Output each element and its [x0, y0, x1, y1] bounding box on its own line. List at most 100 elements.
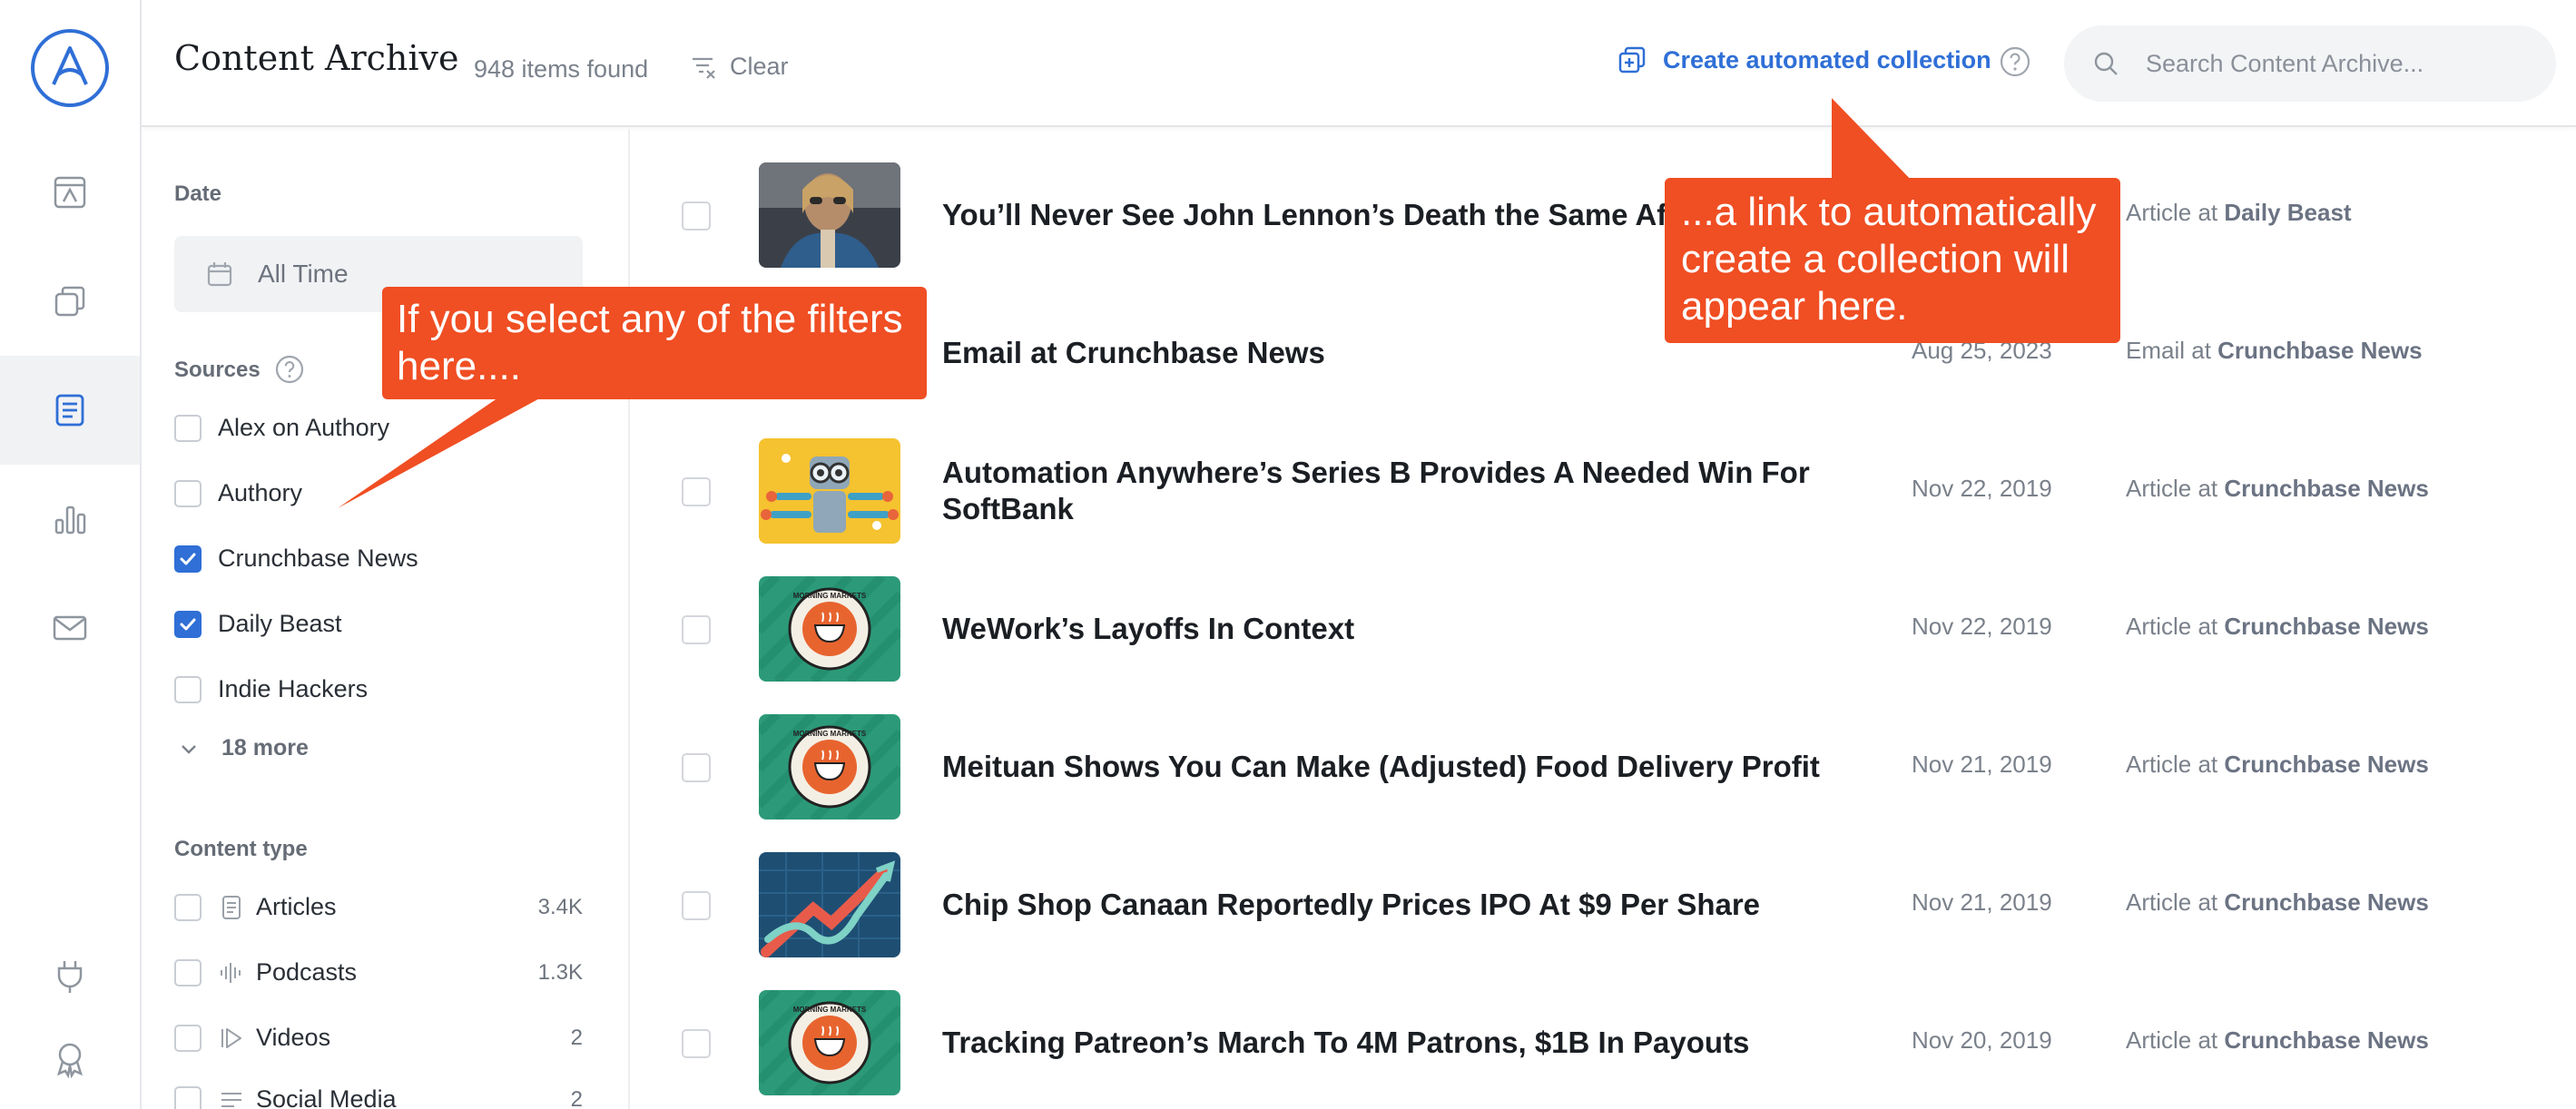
search-input[interactable] — [2146, 49, 2527, 78]
bar-chart-icon — [54, 505, 86, 535]
select-checkbox[interactable] — [682, 615, 711, 644]
content-type-count: 1.3K — [537, 959, 583, 985]
item-publication: Crunchbase News — [2217, 337, 2423, 364]
select-checkbox[interactable] — [682, 477, 711, 506]
nav-collections[interactable] — [0, 247, 140, 356]
thumb-logo-text: MORNING MARKETS — [793, 1006, 867, 1014]
filters-callout: If you select any of the filters here...… — [382, 287, 927, 399]
source-label: Indie Hackers — [218, 675, 369, 702]
source-option[interactable]: Authory — [174, 479, 302, 507]
select-checkbox[interactable] — [682, 891, 711, 920]
plug-icon — [57, 961, 83, 993]
item-date: Nov 21, 2019 — [1912, 751, 2052, 778]
checkbox[interactable] — [174, 893, 202, 921]
content-type-option[interactable]: Articles 3.4K — [174, 893, 583, 921]
item-title[interactable]: Meituan Shows You Can Make (Adjusted) Fo… — [942, 749, 1832, 785]
mail-icon — [53, 615, 87, 641]
item-type: Email at — [2126, 337, 2211, 364]
select-checkbox[interactable] — [682, 753, 711, 782]
item-title[interactable]: Chip Shop Canaan Reportedly Prices IPO A… — [942, 887, 1832, 923]
award-icon — [57, 1043, 83, 1078]
source-option[interactable]: Daily Beast — [174, 610, 342, 638]
clear-filters-button[interactable]: Clear — [690, 53, 789, 81]
help-icon[interactable] — [1999, 45, 2031, 78]
play-icon — [221, 1027, 241, 1048]
select-checkbox[interactable] — [682, 1029, 711, 1058]
checkbox[interactable] — [174, 958, 202, 986]
item-publication: Daily Beast — [2224, 199, 2352, 226]
show-more-label: 18 more — [221, 735, 309, 761]
thumbnail-morning-markets: MORNING MARKETS — [759, 990, 900, 1095]
item-title[interactable]: Tracking Patreon’s March To 4M Patrons, … — [942, 1025, 1832, 1061]
thumb-logo-text: MORNING MARKETS — [793, 592, 867, 600]
item-title[interactable]: WeWork’s Layoffs In Context — [942, 611, 1832, 647]
item-source: Article at Daily Beast — [2126, 199, 2352, 227]
content-type-option[interactable]: Social Media 2 — [174, 1085, 583, 1109]
lines-icon — [221, 1092, 241, 1107]
content-type-label: Social Media — [256, 1085, 397, 1109]
sources-filter-label: Sources — [174, 358, 261, 382]
portfolio-icon — [54, 176, 86, 209]
show-more-sources-button[interactable]: 18 more — [178, 735, 309, 761]
authory-logo[interactable] — [30, 28, 110, 108]
nav-analytics[interactable] — [0, 465, 140, 574]
item-date: Nov 22, 2019 — [1912, 613, 2052, 640]
sources-help-icon[interactable] — [274, 354, 305, 385]
item-date: Nov 21, 2019 — [1912, 888, 2052, 916]
item-source: Article at Crunchbase News — [2126, 1026, 2429, 1055]
content-type-filter-label: Content type — [174, 837, 308, 861]
content-item[interactable]: Automation Anywhere’s Series B Provides … — [630, 422, 2576, 560]
left-rail — [0, 0, 142, 1109]
item-publication: Crunchbase News — [2224, 475, 2429, 502]
create-automated-collection-link[interactable]: Create automated collection — [1617, 45, 1991, 74]
content-type-label: Videos — [256, 1024, 331, 1051]
nav-newsletter[interactable] — [0, 574, 140, 682]
document-icon — [222, 895, 241, 919]
item-title[interactable]: Automation Anywhere’s Series B Provides … — [942, 455, 1832, 527]
thumbnail-morning-markets: MORNING MARKETS — [759, 576, 900, 682]
source-option[interactable]: Indie Hackers — [174, 675, 368, 703]
content-item[interactable]: You’ll Never See John Lennon’s Death the… — [630, 146, 2576, 284]
item-source: Article at Crunchbase News — [2126, 888, 2429, 917]
content-type-option[interactable]: Podcasts 1.3K — [174, 958, 583, 986]
item-type: Article at — [2126, 199, 2218, 226]
item-type: Article at — [2126, 751, 2218, 778]
checkbox[interactable] — [174, 1085, 202, 1109]
nav-portfolio[interactable] — [0, 138, 140, 247]
content-item[interactable]: MORNING MARKETS WeWork’s Layoffs In Cont… — [630, 560, 2576, 698]
checkbox[interactable] — [174, 1024, 202, 1052]
nav-content-archive[interactable] — [0, 356, 140, 465]
items-count: 948 items found — [474, 55, 649, 83]
source-option[interactable]: Crunchbase News — [174, 545, 418, 573]
page-title: Content Archive — [174, 38, 459, 78]
content-item[interactable]: MORNING MARKETS Tracking Patreon’s March… — [630, 974, 2576, 1109]
item-date: Nov 22, 2019 — [1912, 475, 2052, 502]
item-source: Article at Crunchbase News — [2126, 475, 2429, 503]
content-type-label: Podcasts — [256, 958, 358, 986]
checkbox-checked[interactable] — [174, 610, 202, 638]
item-publication: Crunchbase News — [2224, 613, 2429, 640]
checkbox[interactable] — [174, 479, 202, 507]
item-source: Email at Crunchbase News — [2126, 337, 2423, 365]
audio-wave-icon — [221, 962, 241, 983]
checkbox[interactable] — [174, 675, 202, 703]
collection-callout: ...a link to automatically create a coll… — [1665, 178, 2120, 343]
content-type-count: 2 — [570, 1025, 583, 1050]
page-header: Content Archive 948 items found Clear Cr… — [142, 0, 2576, 127]
thumbnail-morning-markets: MORNING MARKETS — [759, 714, 900, 819]
content-item[interactable]: Chip Shop Canaan Reportedly Prices IPO A… — [630, 836, 2576, 974]
source-label: Crunchbase News — [218, 545, 418, 572]
create-collection-label: Create automated collection — [1663, 45, 1991, 74]
content-type-option[interactable]: Videos 2 — [174, 1024, 583, 1052]
source-option[interactable]: Alex on Authory — [174, 414, 389, 442]
checkbox[interactable] — [174, 414, 202, 442]
content-item[interactable]: MORNING MARKETS Meituan Shows You Can Ma… — [630, 698, 2576, 836]
search-icon — [2094, 52, 2118, 75]
checkbox-checked[interactable] — [174, 545, 202, 573]
nav-achievements[interactable] — [0, 1009, 140, 1109]
date-filter-label: Date — [174, 182, 222, 206]
item-publication: Crunchbase News — [2224, 751, 2429, 778]
content-type-label: Articles — [256, 893, 337, 920]
content-type-count: 3.4K — [537, 894, 583, 919]
select-checkbox[interactable] — [682, 201, 711, 231]
